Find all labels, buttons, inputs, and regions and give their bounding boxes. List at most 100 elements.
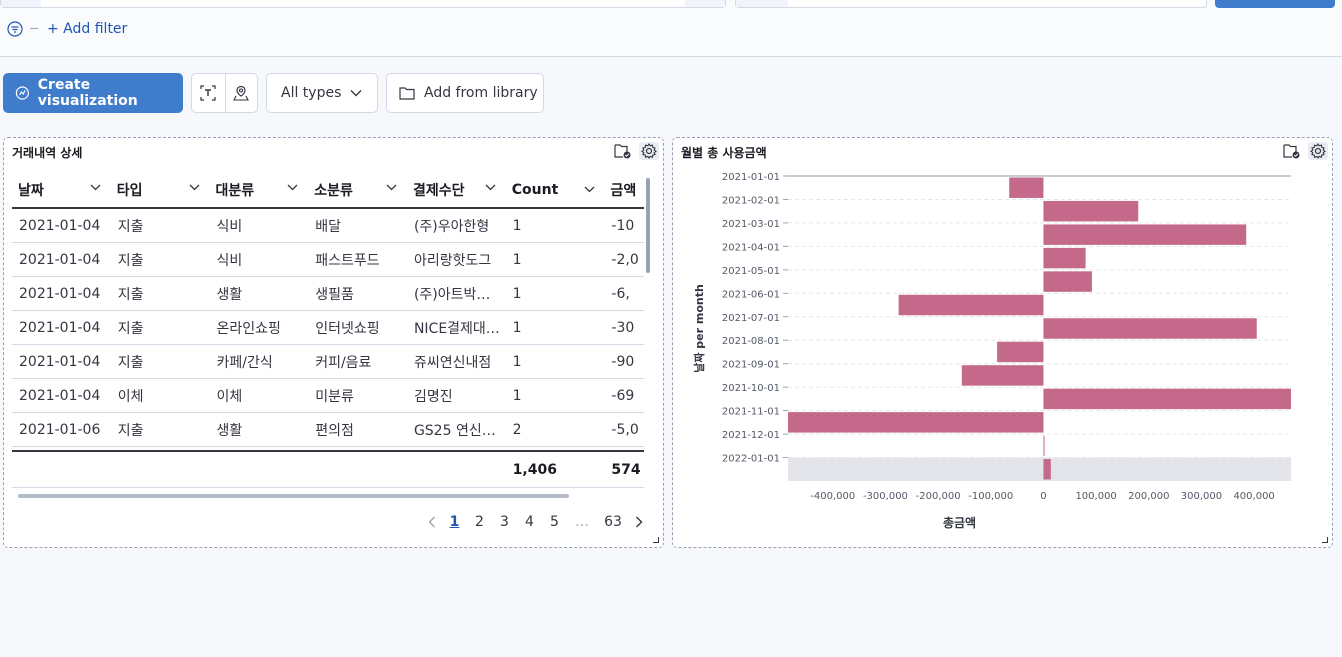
add-filter-link[interactable]: + Add filter [47,21,127,37]
table-row[interactable]: 2021-01-04 지출 식비 패스트푸드 아리랑핫도그 1 -2,0 [12,243,644,277]
table-cell: 식비 [216,218,243,235]
page-link[interactable]: 3 [492,514,517,530]
panel-settings-button[interactable] [639,142,659,160]
chart-resize-handle[interactable] [1322,537,1328,543]
column-header[interactable]: 날짜 [12,180,111,200]
all-types-dropdown[interactable]: All types [266,73,378,113]
all-types-label: All types [281,85,342,101]
table-row[interactable]: 2021-01-04 이체 이체 미분류 김명진 1 -69 [12,379,644,413]
x-tick-label: -100,000 [968,491,1013,502]
table-cell: 지출 [117,252,144,269]
column-header[interactable]: 금액 [605,180,645,200]
filter-divider [30,28,38,29]
page-ellipsis: … [575,514,589,530]
table-cell: -90 [611,353,635,370]
folder-check-icon [1283,144,1300,159]
chevron-down-icon [287,184,298,190]
query-input[interactable] [0,0,726,8]
query-suffix [685,0,725,7]
table-cell: 1 [512,387,522,404]
table-row[interactable]: 2021-01-06 지출 생활 편의점 GS25 연신… 2 -5,0 [12,413,644,447]
table-cell: -6, [611,285,630,302]
chevron-left-icon [428,516,435,528]
column-header-label: 결제수단 [413,182,465,199]
create-visualization-button[interactable]: Create visualization [3,73,183,113]
table-cell: 배달 [315,218,341,235]
y-tick-label: 2022-01-01 [722,454,780,465]
prev-page-button[interactable] [422,516,442,528]
x-tick-label: -400,000 [810,491,855,502]
page-link[interactable]: 1 [442,514,467,530]
table-cell: -10 [611,217,635,234]
page-link-last[interactable]: 63 [597,514,629,530]
column-header[interactable]: Count [506,182,605,198]
table-cell: (주)우아한형 [413,218,490,235]
table-cell: 아리랑핫도그 [413,252,492,269]
table-cell: 1 [512,251,522,268]
table-cell: 이체 [117,388,144,405]
filter-icon[interactable] [7,21,23,37]
table-cell: 카페/간식 [216,354,273,371]
gear-icon [641,143,657,159]
column-header[interactable]: 소분류 [308,180,407,200]
chart-bar [997,341,1044,363]
chart-panel-title: 월별 총 사용금액 [681,146,767,160]
chart-bar [1043,224,1247,245]
chevron-down-icon [189,184,199,190]
table-cell: 2021-01-04 [19,285,101,302]
y-tick-label: 2021-09-01 [722,360,780,371]
table-row[interactable]: 2021-01-04 지출 카페/간식 커피/음료 쥬씨연신내점 1 -90 [12,345,644,379]
panel-folder-icon[interactable] [613,142,633,160]
query-bar: + Add filter [0,0,1342,57]
add-text-button[interactable] [192,74,225,112]
chart-bar [1043,388,1291,410]
next-page-button[interactable] [629,516,649,528]
x-tick-label: 100,000 [1075,491,1116,502]
column-header[interactable]: 대분류 [210,180,309,200]
table-cell: (주)아트박… [413,286,491,303]
column-header-label: 금액 [610,182,637,199]
refresh-button[interactable] [1215,0,1335,8]
table-row[interactable]: 2021-01-04 지출 온라인쇼핑 인터넷쇼핑 NICE결제대… 1 -30 [12,311,644,345]
chevron-down-icon [350,90,362,97]
date-picker[interactable] [735,0,1207,8]
chart-bar [1043,318,1257,339]
chart-settings-button[interactable] [1308,142,1328,160]
gear-icon [1310,143,1326,159]
table-cell: 1 [512,285,522,302]
table-cell: 2021-01-04 [19,387,101,404]
y-tick-label: 2021-11-01 [722,407,780,418]
horizontal-scrollbar[interactable] [18,494,569,498]
resize-handle[interactable] [653,537,659,543]
table-row[interactable]: 2021-01-04 지출 생활 생필품 (주)아트박… 1 -6, [12,277,644,311]
y-axis-title: 날짜 per month [692,284,706,373]
page-link[interactable]: 5 [542,514,567,530]
column-header[interactable]: 결제수단 [407,180,506,200]
table-cell: 인터넷쇼핑 [315,320,380,337]
table-cell: 식비 [216,252,243,269]
table-row[interactable]: 2021-01-04 지출 식비 배달 (주)우아한형 1 -10 [12,209,644,243]
chart-folder-icon[interactable] [1282,142,1302,160]
table-cell: 지출 [117,354,144,371]
add-map-button[interactable] [224,74,258,112]
column-header[interactable]: 타입 [111,180,210,200]
table-cell: 2 [512,421,522,438]
page-link[interactable]: 2 [467,514,492,530]
column-header-label: 대분류 [215,182,255,199]
add-from-library-button[interactable]: Add from library [386,73,544,113]
y-tick-label: 2021-03-01 [722,219,780,230]
page-link[interactable]: 4 [517,514,542,530]
monthly-spending-chart: 2021-01-01 2021-02-01 2021-03-01 2021-04-01… [692,172,1291,530]
table-cell: 김명진 [413,388,453,405]
visualize-icon [15,86,29,100]
y-tick-label: 2021-12-01 [722,430,780,441]
chevron-right-icon [636,516,643,528]
x-tick-label: -200,000 [916,491,961,502]
table-cell: 2021-01-06 [19,421,101,438]
table-cell: 생필품 [315,286,354,303]
chart-bar [898,294,1044,316]
table-cell: 1 [512,217,522,234]
table-cell: 지출 [117,320,144,337]
vertical-scrollbar[interactable] [646,178,650,273]
table-cell: NICE결제대… [413,320,500,337]
